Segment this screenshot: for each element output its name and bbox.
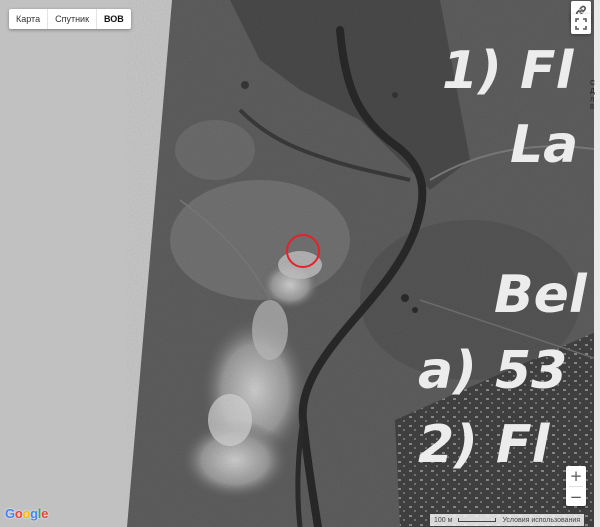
- photo-label-2: La: [510, 115, 578, 175]
- photo-label-1: 1) Fl: [442, 41, 575, 101]
- map-attribution: 100 м Условия использования: [430, 514, 585, 526]
- map-type-map-button[interactable]: Карта: [9, 9, 49, 29]
- terms-link[interactable]: Условия использования: [502, 517, 580, 524]
- fullscreen-icon: [575, 18, 587, 30]
- google-logo-letter: G: [5, 506, 15, 521]
- clipped-letter: С: [590, 80, 596, 87]
- zoom-out-button[interactable]: −: [566, 487, 586, 507]
- google-logo-letter: g: [30, 506, 38, 521]
- photo-label-4: a) 53: [418, 341, 567, 401]
- google-logo-letter: e: [41, 506, 49, 521]
- map-type-satellite-button[interactable]: Спутник: [48, 9, 98, 29]
- google-logo[interactable]: Google: [5, 506, 48, 521]
- clipped-letter: Д: [590, 88, 595, 95]
- photo-label-5: 2) Fl: [418, 415, 551, 475]
- photo-label-3: Bel: [494, 265, 588, 325]
- aerial-photo-overlay[interactable]: 1) Fl La Bel a) 53 2) Fl: [0, 0, 600, 527]
- map-type-wwii-button[interactable]: ВОВ: [97, 9, 131, 29]
- scale-label[interactable]: 100 м: [434, 517, 452, 524]
- zoom-in-button[interactable]: +: [566, 466, 586, 486]
- clipped-letter: 8: [590, 104, 594, 111]
- clipped-side-text: С Д л 8: [590, 80, 598, 112]
- scale-bar: [458, 518, 497, 522]
- map-viewport[interactable]: 1) Fl La Bel a) 53 2) Fl С Д л 8: [0, 0, 600, 527]
- clipped-letter: л: [590, 96, 595, 103]
- google-logo-letter: o: [22, 506, 31, 521]
- fullscreen-button[interactable]: [571, 14, 591, 34]
- map-type-control: Карта Спутник ВОВ: [9, 9, 131, 29]
- zoom-control: + −: [566, 466, 586, 506]
